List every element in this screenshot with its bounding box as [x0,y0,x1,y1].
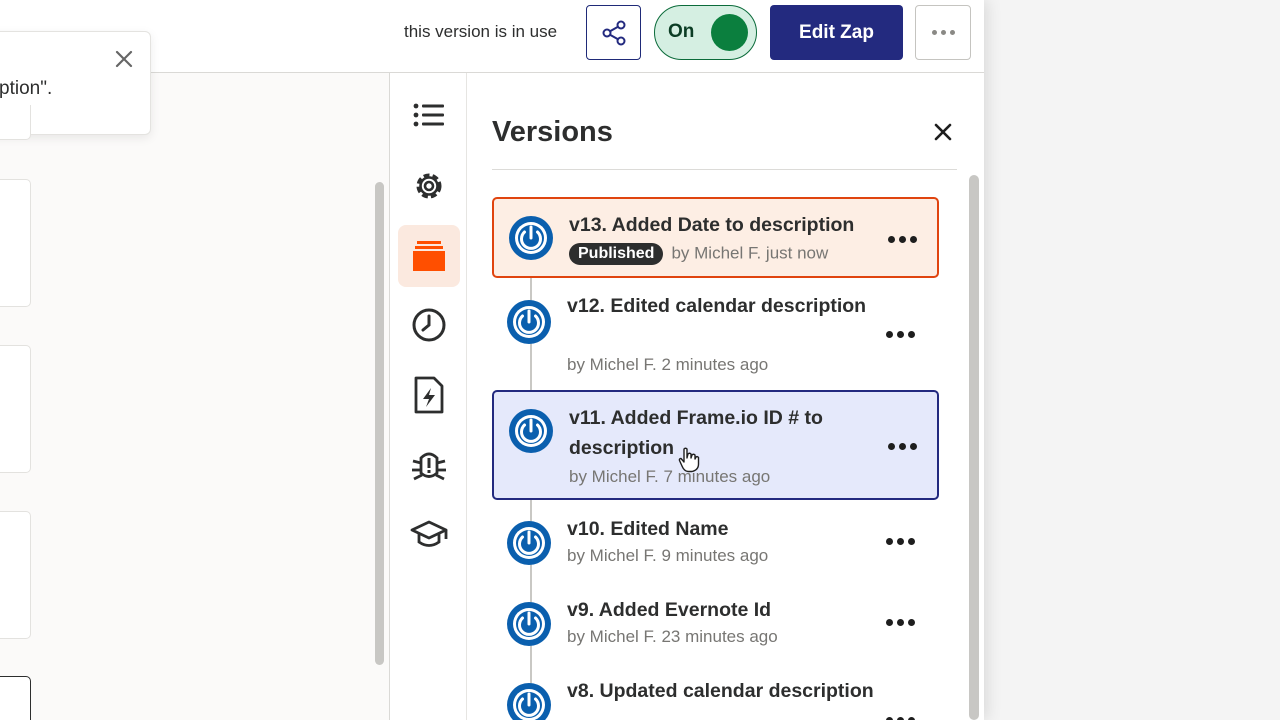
version-meta: by Michel F. 7 minutes ago [569,467,771,486]
versions-stack-icon [413,241,445,271]
version-item[interactable]: v9. Added Evernote Id by Michel F. 23 mi… [492,595,939,657]
learn-graduation-cap-icon [410,520,448,547]
close-icon[interactable] [113,48,135,70]
more-options-button[interactable] [915,5,971,60]
rail-item-history[interactable] [398,294,460,356]
version-power-icon [507,300,551,344]
version-meta-row: Published by Michel F. just now [569,243,828,265]
version-more-button[interactable] [882,324,918,344]
version-more-button[interactable] [884,436,920,456]
published-badge: Published [569,243,664,265]
panel-title: Versions [492,116,613,148]
version-power-icon [507,602,551,646]
version-title: v8. Updated calendar description [567,680,874,702]
version-meta: by Michel F. 23 minutes ago [567,627,778,646]
bug-alert-icon [412,452,446,481]
zap-on-toggle[interactable]: On [654,5,757,60]
divider [492,169,957,170]
toggle-label: On [668,21,695,42]
version-title: v13. Added Date to description [569,214,855,236]
version-status-text: this version is in use [404,22,558,41]
settings-gear-icon [416,173,442,199]
rail-item-learn[interactable] [398,504,460,566]
version-item[interactable]: v12. Edited calendar description by Mich… [492,291,939,385]
more-horizontal-icon [931,30,955,35]
rail-item-versions[interactable] [398,225,460,287]
version-item[interactable]: v10. Edited Name by Michel F. 9 minutes … [492,514,939,576]
version-power-icon [507,683,551,720]
version-power-icon [509,216,553,260]
rail-item-settings[interactable] [398,155,460,217]
hand-pointer-cursor-icon [678,447,700,473]
rail-item-outline[interactable] [398,84,460,146]
share-nodes-icon [602,20,625,45]
canvas-step-card[interactable] [0,345,31,473]
versions-panel: Versions v13. Added Date to description … [467,73,984,720]
canvas-scrollbar[interactable] [375,182,384,665]
version-item[interactable]: v8. Updated calendar description [492,676,939,720]
rail-item-zap-runs[interactable] [398,364,460,426]
rail-item-troubleshoot[interactable] [398,434,460,496]
version-item[interactable]: v13. Added Date to description Published… [492,197,939,278]
version-title: v12. Edited calendar description [567,295,867,317]
outline-list-icon [413,103,444,127]
version-meta: by Michel F. 2 minutes ago [567,355,769,374]
canvas-step-card[interactable] [0,105,31,140]
history-clock-icon [412,308,446,342]
toast-message: ption". [0,78,53,99]
share-button[interactable] [586,5,641,60]
version-more-button[interactable] [884,229,920,249]
version-power-icon [509,409,553,453]
version-title: v10. Edited Name [567,518,729,540]
version-title: v9. Added Evernote Id [567,599,772,621]
canvas-step-card[interactable] [0,511,31,639]
edit-zap-button[interactable]: Edit Zap [770,5,903,60]
canvas-step-card[interactable] [0,179,31,307]
version-power-icon [507,521,551,565]
version-meta: by Michel F. just now [671,243,829,263]
zap-editor-window: this version is in use On Edit Zap ption… [0,0,984,720]
close-icon[interactable] [931,120,955,144]
version-more-button[interactable] [882,710,918,720]
panel-scrollbar[interactable] [969,175,979,720]
toggle-knob [711,14,748,51]
version-more-button[interactable] [882,612,918,632]
version-meta: by Michel F. 9 minutes ago [567,546,769,565]
sidebar-icon-rail [389,73,467,720]
zap-file-icon [414,376,444,414]
version-item[interactable]: v11. Added Frame.io ID # to description … [492,390,939,500]
canvas-step-card[interactable] [0,676,31,720]
version-more-button[interactable] [882,531,918,551]
version-title: v11. Added Frame.io ID # to description [569,407,823,459]
